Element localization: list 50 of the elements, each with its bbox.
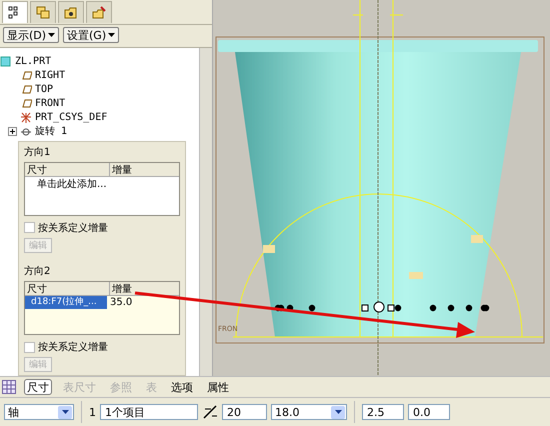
column-header: 尺寸 bbox=[25, 163, 110, 176]
dropdown-button[interactable]: 显示(D) bbox=[3, 27, 59, 43]
count-field[interactable]: 20 bbox=[222, 404, 267, 420]
table-icon bbox=[2, 380, 16, 394]
items-field[interactable]: 1个项目 bbox=[100, 404, 198, 420]
dashboard-tab[interactable]: 选项 bbox=[168, 379, 196, 395]
expand-icon[interactable] bbox=[8, 126, 17, 136]
part-icon bbox=[0, 56, 12, 66]
tree-item[interactable]: TOP bbox=[35, 84, 54, 94]
column-header: 增量 bbox=[111, 164, 133, 176]
caret-icon bbox=[334, 410, 342, 414]
tree-item[interactable]: PRT_CSYS_DEF bbox=[35, 112, 108, 122]
layers-icon bbox=[36, 6, 50, 19]
flip-direction-icon bbox=[202, 404, 218, 420]
dashboard-tab[interactable]: 尺寸 bbox=[24, 379, 52, 395]
caret-icon bbox=[48, 33, 55, 37]
checkbox[interactable] bbox=[24, 342, 35, 353]
section-title: 方向1 bbox=[24, 146, 52, 159]
panel-tab[interactable] bbox=[2, 1, 28, 23]
tree-item[interactable]: FRONT bbox=[35, 98, 66, 108]
column-header: 尺寸 bbox=[25, 282, 110, 296]
add-prompt[interactable]: 单击此处添加... bbox=[25, 177, 179, 191]
datum-plane-icon bbox=[20, 70, 32, 80]
table-cell[interactable]: 35.0 bbox=[107, 297, 132, 308]
folder-arrow-icon bbox=[92, 6, 106, 19]
value-field[interactable]: 0.0 bbox=[408, 404, 450, 420]
column-header: 增量 bbox=[111, 283, 133, 296]
panel-tab[interactable] bbox=[58, 1, 84, 23]
dashboard-tab[interactable]: 属性 bbox=[204, 379, 232, 395]
checkbox-label: 按关系定义增量 bbox=[38, 340, 108, 354]
section-title: 方向2 bbox=[24, 264, 52, 278]
checkbox-label: 按关系定义增量 bbox=[38, 222, 108, 235]
table-cell[interactable]: d18:F7(拉伸_... bbox=[25, 296, 107, 310]
type-dropdown[interactable]: 轴 bbox=[4, 404, 74, 420]
folder-icon bbox=[64, 6, 78, 19]
checkbox[interactable] bbox=[24, 222, 35, 234]
datum-plane-icon bbox=[20, 84, 32, 94]
tree-item[interactable]: ZL.PRT bbox=[15, 56, 52, 66]
angle-dropdown[interactable]: 18.0 bbox=[271, 404, 347, 420]
tree-item[interactable]: 旋转 1 bbox=[35, 124, 68, 138]
caret-icon bbox=[108, 33, 115, 37]
dropdown-button[interactable]: 设置(G) bbox=[63, 27, 119, 43]
revolve-icon bbox=[20, 126, 32, 136]
value-field[interactable]: 2.5 bbox=[362, 404, 404, 420]
caret-icon bbox=[62, 410, 68, 414]
tree-item[interactable]: RIGHT bbox=[35, 70, 66, 80]
datum-plane-icon bbox=[20, 98, 32, 108]
direction-label: 1 bbox=[89, 406, 96, 418]
scrollbar[interactable] bbox=[199, 48, 212, 376]
coordinate-system-icon bbox=[20, 112, 32, 122]
